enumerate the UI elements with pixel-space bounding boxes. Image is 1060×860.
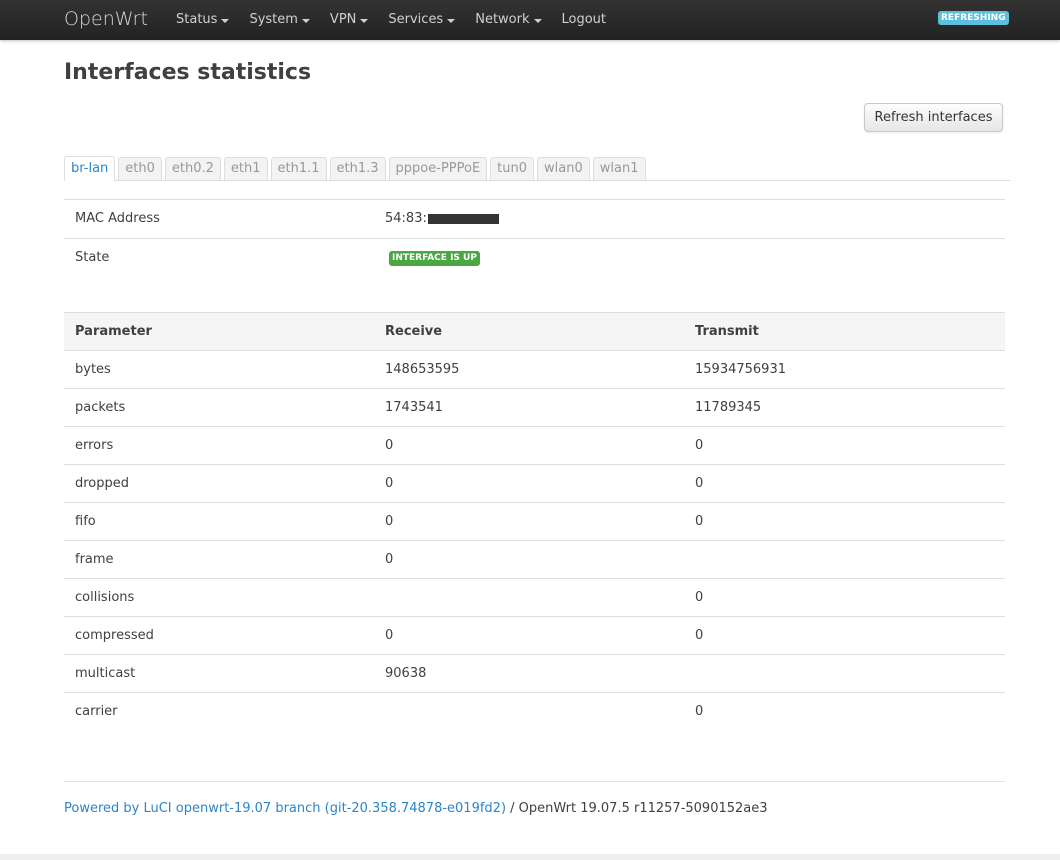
parameter-cell: errors [64,426,374,465]
table-row: carrier 0 [64,692,1005,730]
openwrt-version-text: / OpenWrt 19.07.5 r11257-5090152ae3 [506,801,768,816]
parameter-cell: packets [64,388,374,427]
page-bottom-edge [0,854,1060,860]
caret-down-icon [533,18,542,23]
receive-cell [374,578,684,617]
transmit-cell: 0 [684,502,1005,541]
table-row: multicast 90638 [64,654,1005,693]
receive-cell: 148653595 [374,350,684,389]
mac-address-row: MAC Address 54:83: [64,199,1005,238]
tab-wlan1[interactable]: wlan1 [592,157,646,180]
table-row: frame 0 [64,540,1005,579]
receive-cell: 0 [374,540,684,579]
caret-down-icon [301,18,310,23]
refresh-interfaces-button[interactable]: Refresh interfaces [864,103,1003,132]
header-parameter: Parameter [64,312,374,351]
table-row: packets 1743541 11789345 [64,388,1005,427]
navbar: OpenWrt Status System VPN Services Netwo… [0,0,1060,40]
caret-down-icon [447,18,456,23]
refreshing-indicator[interactable]: REFRESHING [938,11,1009,25]
nav-status[interactable]: Status [166,0,239,40]
transmit-cell [684,540,1005,579]
table-row: fifo 0 0 [64,502,1005,541]
state-label: State [75,250,110,265]
transmit-cell: 0 [684,426,1005,465]
nav-network[interactable]: Network [465,0,551,40]
redaction-bar [427,213,499,224]
transmit-cell: 0 [684,692,1005,730]
interface-tabs: br-lan eth0 eth0.2 eth1 eth1.1 eth1.3 pp… [64,156,1010,181]
page-title: Interfaces statistics [64,60,312,85]
nav-vpn-label: VPN [329,12,357,27]
tab-eth1[interactable]: eth1 [223,157,268,180]
parameter-cell: dropped [64,464,374,503]
interface-info: MAC Address 54:83: State INTERFACE IS UP [64,199,1005,277]
tab-tun0[interactable]: tun0 [490,157,535,180]
parameter-cell: bytes [64,350,374,389]
table-row: collisions 0 [64,578,1005,617]
tab-br-lan[interactable]: br-lan [64,156,116,181]
parameter-cell: compressed [64,616,374,655]
transmit-cell: 0 [684,578,1005,617]
table-row: bytes 148653595 15934756931 [64,350,1005,389]
parameter-cell: collisions [64,578,374,617]
receive-cell: 0 [374,616,684,655]
transmit-cell: 15934756931 [684,350,1005,389]
tab-eth0[interactable]: eth0 [118,157,162,180]
footer-divider [64,781,1005,782]
caret-down-icon [221,18,230,23]
transmit-cell: 0 [684,464,1005,503]
table-row: dropped 0 0 [64,464,1005,503]
tab-eth1-1[interactable]: eth1.1 [270,157,327,180]
parameter-cell: frame [64,540,374,579]
statistics-table: Parameter Receive Transmit bytes 14865359… [64,312,1005,730]
state-badge: INTERFACE IS UP [389,251,480,266]
mac-address-value: 54:83: [385,211,499,226]
nav-services[interactable]: Services [378,0,465,40]
main-nav: Status System VPN Services Network Logou… [166,0,616,40]
nav-system-label: System [249,12,298,27]
receive-cell: 1743541 [374,388,684,427]
parameter-cell: carrier [64,692,374,730]
tab-eth1-3[interactable]: eth1.3 [329,157,386,180]
footer: Powered by LuCI openwrt-19.07 branch (gi… [64,801,768,816]
mac-address-label: MAC Address [75,211,160,226]
receive-cell: 0 [374,502,684,541]
transmit-cell: 11789345 [684,388,1005,427]
nav-status-label: Status [176,12,218,27]
receive-cell: 90638 [374,654,684,693]
mac-address-text: 54:83: [385,211,427,226]
table-row: compressed 0 0 [64,616,1005,655]
header-receive: Receive [374,312,684,351]
table-row: errors 0 0 [64,426,1005,465]
nav-vpn[interactable]: VPN [320,0,378,40]
transmit-cell: 0 [684,616,1005,655]
luci-version-link[interactable]: Powered by LuCI openwrt-19.07 branch (gi… [64,801,506,816]
state-row: State INTERFACE IS UP [64,238,1005,277]
receive-cell [374,692,684,730]
parameter-cell: multicast [64,654,374,693]
table-header-row: Parameter Receive Transmit [64,312,1005,351]
tab-pppoe-pppoe[interactable]: pppoe-PPPoE [388,157,488,180]
transmit-cell [684,654,1005,693]
nav-network-label: Network [475,12,530,27]
tab-eth0-2[interactable]: eth0.2 [164,157,221,180]
nav-system[interactable]: System [239,0,319,40]
header-transmit: Transmit [684,312,1005,351]
tab-wlan0[interactable]: wlan0 [537,157,590,180]
nav-services-label: Services [388,12,444,27]
receive-cell: 0 [374,426,684,465]
nav-logout[interactable]: Logout [552,0,617,40]
parameter-cell: fifo [64,502,374,541]
caret-down-icon [360,18,369,23]
receive-cell: 0 [374,464,684,503]
brand-logo[interactable]: OpenWrt [64,8,148,30]
nav-logout-label: Logout [561,12,607,27]
